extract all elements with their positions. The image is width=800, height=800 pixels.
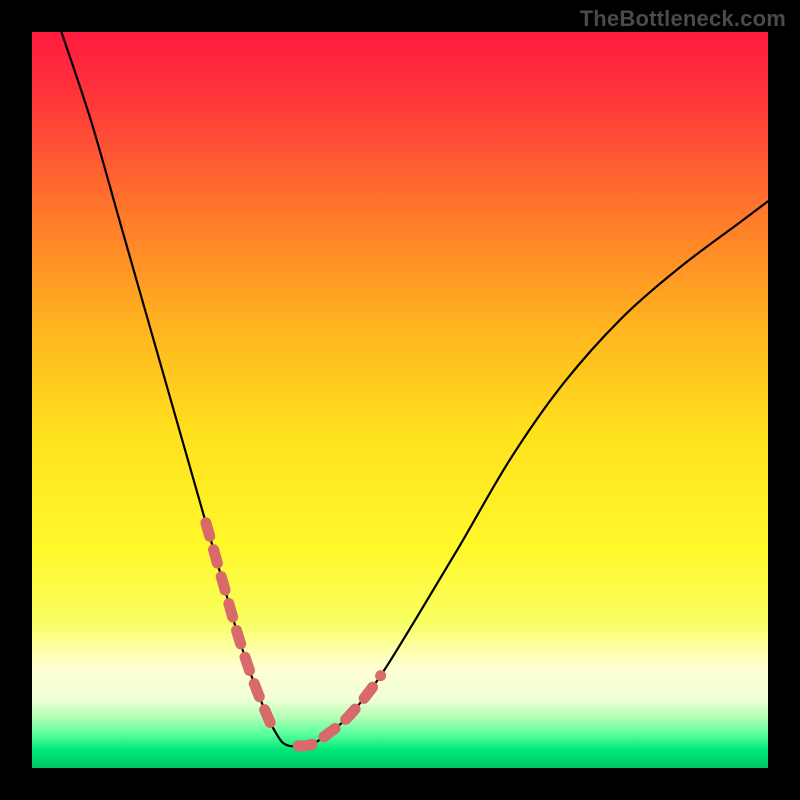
dash-segment-left bbox=[206, 523, 273, 729]
plot-area bbox=[32, 32, 768, 768]
dash-segment-right bbox=[298, 676, 380, 746]
watermark-text: TheBottleneck.com bbox=[580, 6, 786, 32]
bottleneck-curve bbox=[61, 32, 768, 746]
curve-layer bbox=[32, 32, 768, 768]
outer-frame: TheBottleneck.com bbox=[0, 0, 800, 800]
